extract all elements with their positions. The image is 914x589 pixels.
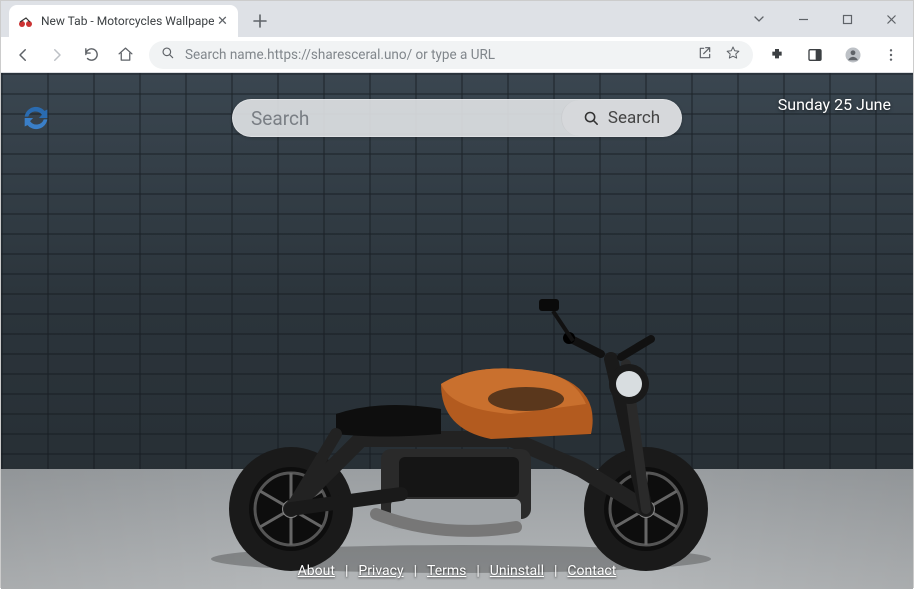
search-bar: Search Search	[232, 99, 682, 137]
window-controls	[737, 1, 913, 37]
search-button[interactable]: Search	[561, 100, 681, 136]
omnibox[interactable]: Search name.https://sharesceral.uno/ or …	[149, 41, 753, 69]
toolbar-right	[761, 39, 907, 71]
search-input[interactable]: Search	[233, 100, 561, 136]
browser-toolbar: Search name.https://sharesceral.uno/ or …	[1, 37, 913, 73]
search-icon	[583, 110, 600, 127]
footer-privacy-link[interactable]: Privacy	[358, 563, 403, 579]
footer-terms-link[interactable]: Terms	[427, 563, 466, 579]
nav-home-button[interactable]	[109, 39, 141, 71]
footer-separator: |	[476, 563, 479, 579]
search-icon	[161, 45, 175, 64]
footer-contact-link[interactable]: Contact	[567, 563, 616, 579]
date-display: Sunday 25 June	[778, 95, 891, 114]
footer-separator: |	[345, 563, 348, 579]
window-close-button[interactable]	[869, 4, 913, 34]
bookmark-star-icon[interactable]	[725, 45, 741, 65]
new-tab-button[interactable]	[246, 7, 274, 35]
window-minimize-button[interactable]	[781, 4, 825, 34]
footer-links: About | Privacy | Terms | Uninstall | Co…	[298, 563, 617, 579]
menu-icon[interactable]	[875, 39, 907, 71]
motorcycle-image	[181, 239, 741, 579]
nav-back-button[interactable]	[7, 39, 39, 71]
refresh-wallpaper-button[interactable]	[19, 101, 53, 135]
extensions-icon[interactable]	[761, 39, 793, 71]
tab-favicon-icon	[17, 13, 33, 29]
sidepanel-icon[interactable]	[799, 39, 831, 71]
search-placeholder: Search	[251, 107, 309, 130]
page-content: Sunday 25 June Search Search About | Pri…	[1, 73, 913, 589]
share-icon[interactable]	[697, 45, 713, 65]
browser-tab[interactable]: New Tab - Motorcycles Wallpape ✕	[9, 5, 238, 37]
omnibox-placeholder: Search name.https://sharesceral.uno/ or …	[185, 47, 697, 63]
profile-icon[interactable]	[837, 39, 869, 71]
nav-reload-button[interactable]	[75, 39, 107, 71]
search-button-label: Search	[608, 108, 660, 128]
footer-uninstall-link[interactable]: Uninstall	[490, 563, 544, 579]
footer-separator: |	[414, 563, 417, 579]
nav-forward-button[interactable]	[41, 39, 73, 71]
tab-close-icon[interactable]: ✕	[214, 13, 230, 29]
window-titlebar: New Tab - Motorcycles Wallpape ✕	[1, 1, 913, 37]
footer-separator: |	[554, 563, 557, 579]
footer-about-link[interactable]: About	[298, 563, 335, 579]
omnibox-actions	[697, 45, 741, 65]
window-maximize-button[interactable]	[825, 4, 869, 34]
tab-title: New Tab - Motorcycles Wallpape	[41, 14, 214, 28]
window-caret-icon[interactable]	[737, 4, 781, 34]
